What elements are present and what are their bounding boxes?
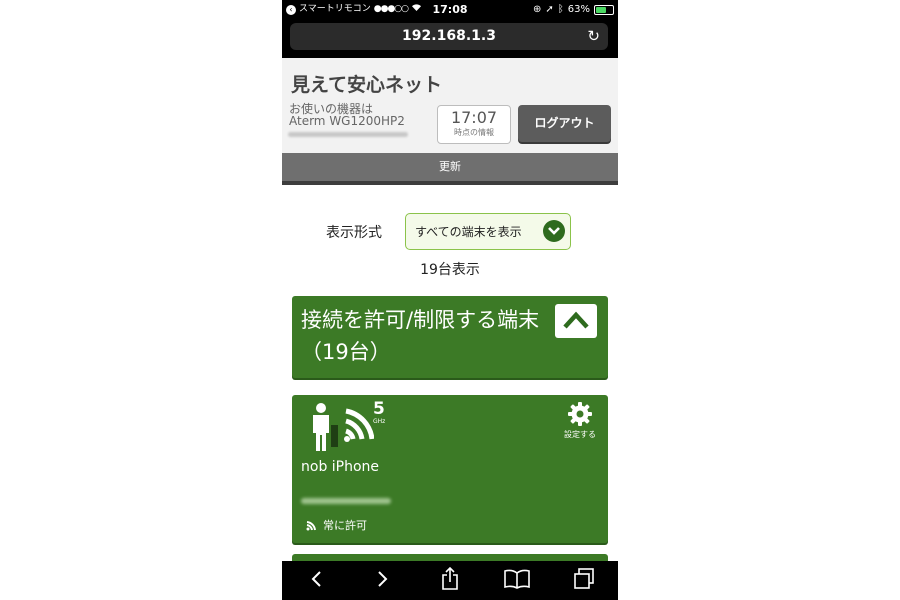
display-format-label: 表示形式 <box>326 225 382 241</box>
share-button[interactable] <box>416 566 483 595</box>
section-header[interactable]: 接続を許可/制限する端末（19台） <box>292 296 608 378</box>
redacted-text <box>288 132 408 137</box>
device-card[interactable]: 5 GHz 設定する nob iPhone 常に許可 <box>292 395 608 543</box>
chevron-left-icon <box>311 570 321 587</box>
status-bar: ‹ スマートリモコン ●●●○○ 17:08 ⊕ ➚ ᛒ 63% <box>282 0 618 19</box>
settings-label: 設定する <box>564 430 596 439</box>
tabs-icon <box>574 567 595 589</box>
browser-toolbar <box>282 561 618 600</box>
info-time-box: 17:07 時点の情報 <box>437 105 511 144</box>
display-format-value: すべての端末を表示 <box>415 225 522 239</box>
back-button[interactable] <box>282 570 349 592</box>
device-count: 19台表示 <box>420 262 480 278</box>
wifi-small-icon <box>306 521 316 531</box>
bluetooth-icon: ᛒ <box>557 4 564 15</box>
chevron-down-icon <box>543 220 565 242</box>
update-button[interactable]: 更新 <box>282 153 618 181</box>
site-title: 見えて安心ネット <box>291 74 443 96</box>
phone-screen: ‹ スマートリモコン ●●●○○ 17:08 ⊕ ➚ ᛒ 63% 192.168… <box>282 0 618 600</box>
url-field[interactable]: 192.168.1.3 ↻ <box>290 23 608 50</box>
battery-icon <box>594 4 614 15</box>
wifi-5ghz-icon: 5 GHz <box>344 399 385 449</box>
collapse-button[interactable] <box>555 304 597 338</box>
status-right: ⊕ ➚ ᛒ 63% <box>533 0 614 19</box>
share-icon <box>442 566 458 590</box>
url-text: 192.168.1.3 <box>402 28 496 44</box>
gear-icon <box>568 402 592 426</box>
redacted-mac <box>301 498 391 504</box>
bookmarks-button[interactable] <box>484 569 551 593</box>
lock-rotation-icon: ⊕ <box>532 4 542 15</box>
info-time-caption: 時点の情報 <box>454 128 494 137</box>
person-icon <box>310 403 340 455</box>
location-icon: ➚ <box>545 4 554 15</box>
book-icon <box>504 569 531 589</box>
update-bar-edge <box>282 181 618 185</box>
info-time: 17:07 <box>450 108 498 127</box>
forward-button[interactable] <box>349 570 416 592</box>
logout-button[interactable]: ログアウト <box>518 105 611 142</box>
settings-button[interactable]: 設定する <box>564 401 596 440</box>
band-number: 5 <box>373 399 385 419</box>
access-status: 常に許可 <box>306 517 367 533</box>
section-title: 接続を許可/制限する端末（19台） <box>301 308 540 364</box>
chevron-up-icon <box>563 311 589 329</box>
device-model: Aterm WG1200HP2 <box>289 114 405 128</box>
chevron-right-icon <box>378 570 388 587</box>
display-format-select[interactable]: すべての端末を表示 <box>405 213 571 250</box>
site-header: 見えて安心ネット お使いの機器は Aterm WG1200HP2 17:07 時… <box>282 58 618 153</box>
access-status-text: 常に許可 <box>323 519 367 532</box>
tabs-button[interactable] <box>551 567 618 594</box>
reload-icon[interactable]: ↻ <box>587 23 600 50</box>
battery-fill <box>596 6 606 13</box>
band-unit: GHz <box>373 418 386 425</box>
device-name: nob iPhone <box>301 459 380 475</box>
battery-percent: 63% <box>567 4 590 15</box>
address-bar: 192.168.1.3 ↻ <box>282 19 618 58</box>
